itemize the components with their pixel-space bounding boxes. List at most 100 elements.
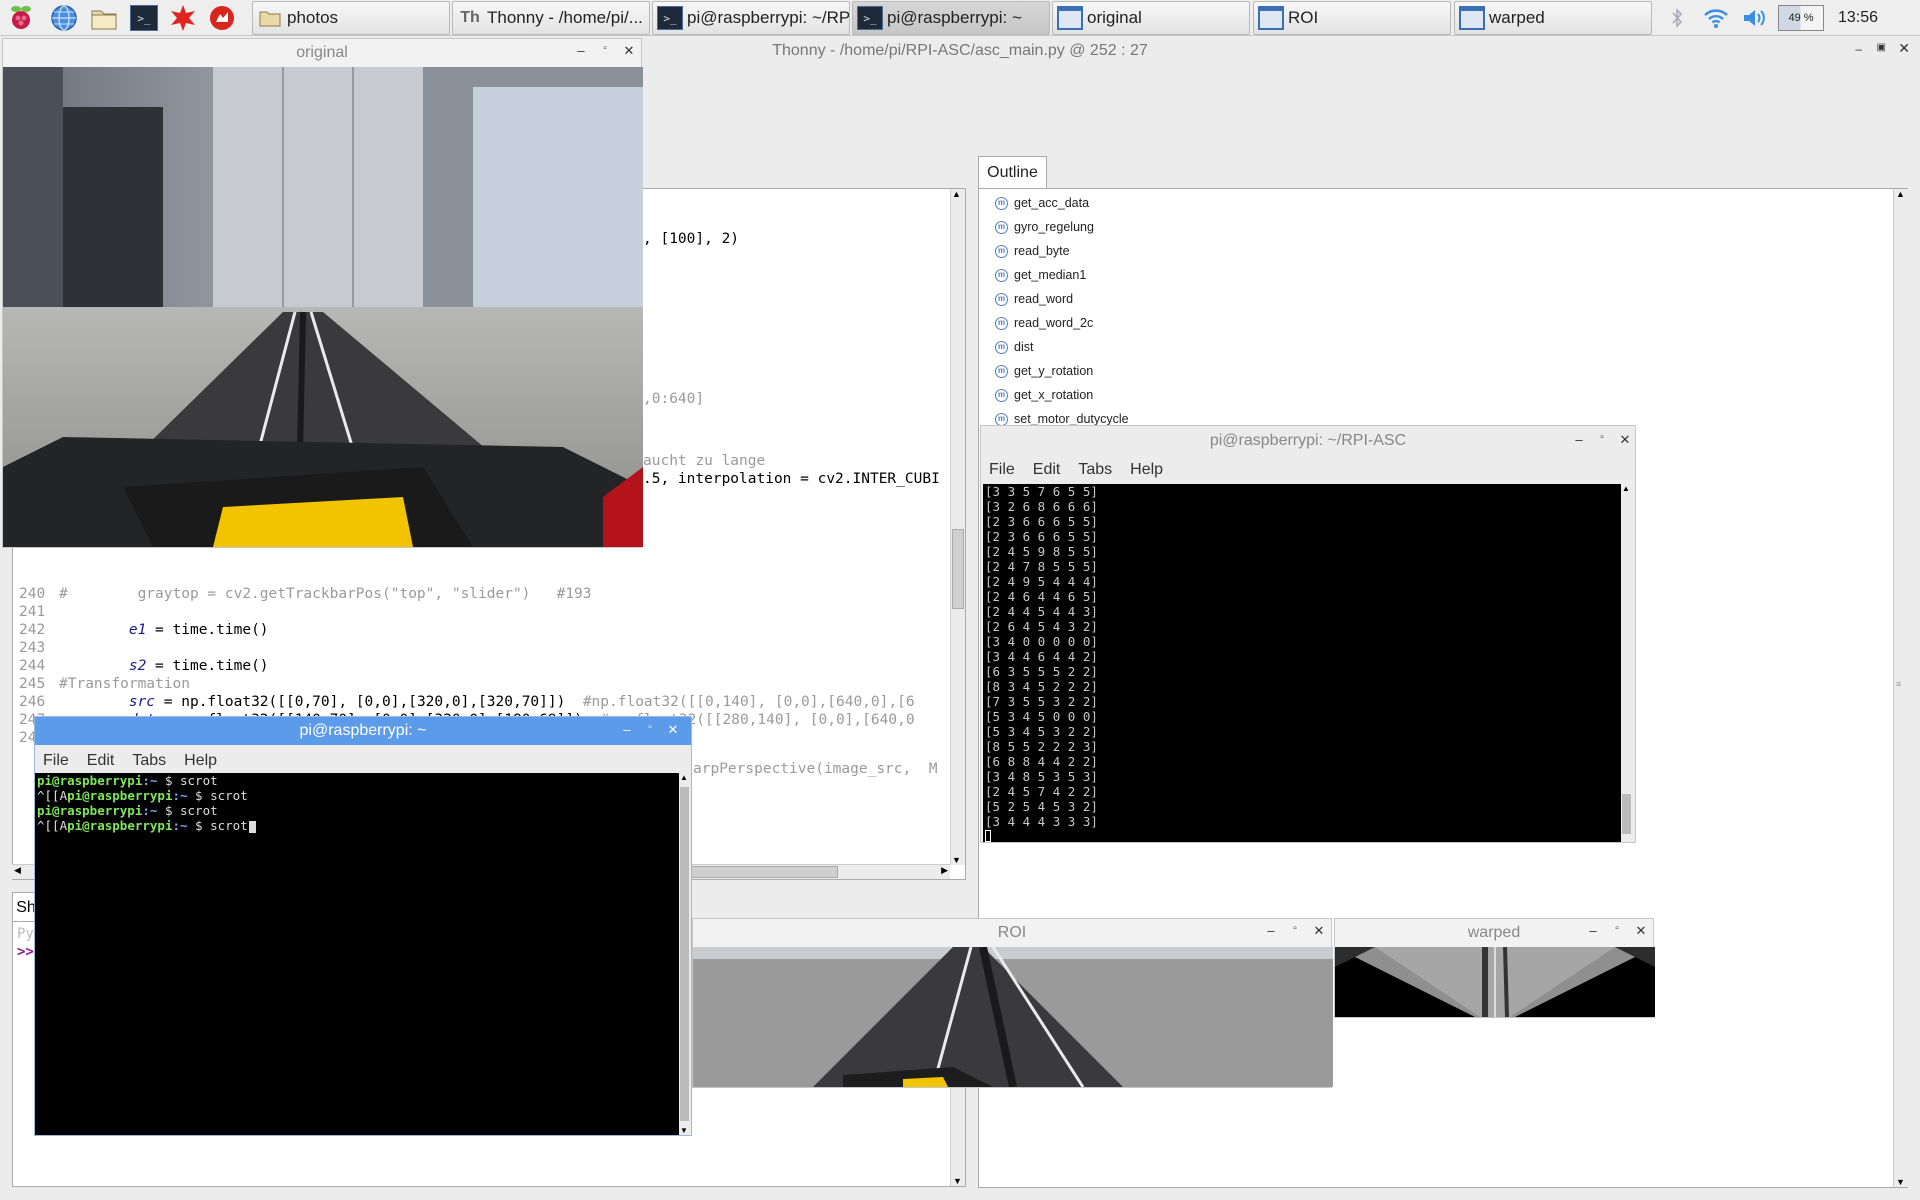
scrollbar-thumb[interactable]: [1622, 794, 1631, 834]
minimize-button[interactable]: –: [1585, 923, 1601, 938]
code-line: 244 s2 = time.time(): [13, 658, 269, 676]
minimize-button[interactable]: –: [1263, 923, 1279, 938]
terminal-line: [2 4 7 8 5 5 5]: [985, 559, 1098, 574]
maximize-button[interactable]: ▫: [1594, 432, 1610, 443]
wolfram-icon[interactable]: [207, 3, 237, 33]
wifi-icon[interactable]: [1700, 0, 1732, 36]
outline-scrollbar[interactable]: ▲ ≡ ▼: [1893, 189, 1908, 1187]
close-button[interactable]: ✕: [1311, 923, 1327, 939]
maximize-button[interactable]: ▫: [1609, 923, 1625, 934]
terminal-path: :~: [142, 803, 158, 818]
outline-item[interactable]: m get_y_rotation: [995, 360, 1093, 382]
menu-item-tabs[interactable]: Tabs: [1078, 461, 1112, 479]
code-line: 243: [13, 640, 59, 658]
raspberry-menu-icon[interactable]: [6, 3, 36, 33]
terminal-scrollbar[interactable]: ▲: [1621, 484, 1633, 842]
maximize-button[interactable]: ▣: [1877, 42, 1886, 53]
terminal-output[interactable]: [3 3 5 7 6 5 5] [3 2 6 8 6 6 6] [2 3 6 6 6…: [983, 484, 1627, 842]
scroll-down-icon[interactable]: ▼: [680, 1126, 688, 1135]
outline-item[interactable]: m get_x_rotation: [995, 384, 1093, 406]
menu-item-edit[interactable]: Edit: [87, 752, 115, 770]
terminal-user: pi@raspberrypi: [67, 818, 173, 833]
tab-outline[interactable]: Outline: [978, 156, 1047, 189]
terminal-user: pi@raspberrypi: [67, 788, 173, 803]
menu-item-help[interactable]: Help: [1130, 461, 1163, 479]
line-number: 241: [19, 604, 46, 620]
scroll-down-icon[interactable]: ▼: [953, 1176, 962, 1186]
taskbar-item-photos[interactable]: photos: [252, 1, 450, 35]
scroll-up-icon[interactable]: ▲: [680, 773, 688, 782]
line-number: 240: [19, 586, 46, 602]
terminal-path: :~: [172, 788, 188, 803]
minimize-button[interactable]: –: [573, 43, 589, 58]
maximize-button[interactable]: ▫: [597, 43, 613, 54]
clock[interactable]: 13:56: [1828, 0, 1888, 36]
menu-item-help[interactable]: Help: [184, 752, 217, 770]
web-browser-icon[interactable]: [49, 3, 79, 33]
battery-indicator[interactable]: 49 %: [1776, 0, 1826, 36]
terminal-icon[interactable]: >_: [129, 3, 159, 33]
menu-item-tabs[interactable]: Tabs: [132, 752, 166, 770]
taskbar-item-warped[interactable]: warped: [1454, 1, 1652, 35]
original-window: original – ▫ ✕: [2, 38, 643, 548]
volume-icon[interactable]: [1740, 0, 1770, 36]
menu-item-file[interactable]: File: [43, 752, 69, 770]
taskbar-item-original[interactable]: original: [1052, 1, 1250, 35]
outline-item-label: get_y_rotation: [1014, 364, 1094, 378]
terminal-line: pi@raspberrypi:~ $ scrot: [37, 803, 679, 818]
close-button[interactable]: ✕: [1633, 923, 1649, 939]
terminal-line: [3 3 5 7 6 5 5]: [985, 484, 1098, 499]
close-button[interactable]: ✕: [621, 43, 637, 59]
maximize-button[interactable]: ▫: [642, 722, 658, 733]
close-button[interactable]: ✕: [1617, 432, 1633, 448]
window-title: original: [296, 44, 348, 61]
code-comment: # graytop = cv2.getTrackbarPos("top", "s…: [59, 586, 592, 602]
close-button[interactable]: ✕: [1898, 40, 1910, 57]
terminal-scrollbar[interactable]: ▲ ▼: [679, 773, 691, 1135]
outline-item[interactable]: m gyro_regelung: [995, 216, 1094, 238]
scroll-up-icon[interactable]: ▲: [1896, 189, 1905, 199]
bluetooth-icon[interactable]: [1664, 0, 1690, 36]
outline-item[interactable]: m read_word_2c: [995, 312, 1093, 334]
window-title: ROI: [997, 924, 1027, 941]
code-line: 245 #Transformation: [13, 676, 190, 694]
taskbar-item-thonny[interactable]: Th Thonny - /home/pi/...: [452, 1, 650, 35]
scroll-up-icon[interactable]: ▲: [952, 189, 961, 199]
scrollbar-thumb[interactable]: [952, 529, 964, 609]
taskbar-item-roi[interactable]: ROI: [1253, 1, 1451, 35]
mathematica-icon[interactable]: [168, 3, 198, 33]
line-number: 242: [19, 622, 46, 638]
code-line: 241: [13, 604, 59, 622]
taskbar-item-label: photos: [287, 8, 339, 27]
terminal-output[interactable]: pi@raspberrypi:~ $ scrot ^[[Api@raspberry…: [35, 773, 679, 1135]
menu-item-edit[interactable]: Edit: [1033, 461, 1061, 479]
file-manager-icon[interactable]: [89, 3, 119, 33]
thonny-icon: Th: [460, 9, 480, 26]
close-button[interactable]: ✕: [665, 722, 681, 738]
scroll-up-icon[interactable]: ▲: [1622, 484, 1630, 493]
minimize-button[interactable]: –: [1571, 432, 1587, 447]
maximize-button[interactable]: ▫: [1287, 923, 1303, 934]
menu-item-file[interactable]: File: [989, 461, 1015, 479]
outline-item[interactable]: m get_median1: [995, 264, 1086, 286]
taskbar-item-terminal-rpi-asc[interactable]: >_ pi@raspberrypi: ~/RP...: [652, 1, 850, 35]
terminal-line: [2 3 6 6 6 5 5]: [985, 529, 1098, 544]
scrollbar-grip-icon[interactable]: ≡: [1896, 679, 1901, 689]
warped-image: [1335, 947, 1655, 1017]
outline-item[interactable]: m read_byte: [995, 240, 1070, 262]
editor-vertical-scrollbar[interactable]: ▲ ▼: [950, 189, 965, 865]
terminal-line: [2 4 6 4 4 6 5]: [985, 589, 1098, 604]
minimize-button[interactable]: –: [1855, 42, 1862, 56]
scrollbar-thumb[interactable]: [680, 787, 689, 1121]
outline-item[interactable]: m dist: [995, 336, 1033, 358]
terminal-line: [3 4 8 5 3 5 3]: [985, 769, 1098, 784]
terminal-line: [6 8 8 4 4 2 2]: [985, 754, 1098, 769]
taskbar-item-terminal-home[interactable]: >_ pi@raspberrypi: ~: [852, 1, 1050, 35]
terminal-line: [2 4 4 5 4 4 3]: [985, 604, 1098, 619]
outline-item[interactable]: m read_word: [995, 288, 1073, 310]
minimize-button[interactable]: –: [619, 722, 635, 737]
scroll-down-icon[interactable]: ▼: [1896, 1177, 1905, 1187]
terminal-line: [2 4 5 7 4 2 2]: [985, 784, 1098, 799]
outline-item[interactable]: m get_acc_data: [995, 192, 1089, 214]
terminal-line: [2 4 9 5 4 4 4]: [985, 574, 1098, 589]
